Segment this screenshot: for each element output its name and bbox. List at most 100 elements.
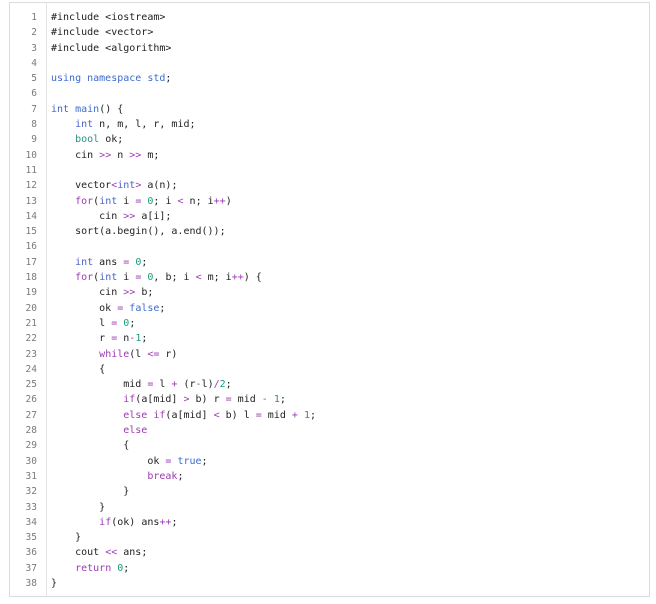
code-line[interactable]: 3 #include <algorithm>: [10, 41, 649, 56]
code-line[interactable]: 2 #include <vector>: [10, 25, 649, 40]
code-line[interactable]: 17 int ans = 0;: [10, 255, 649, 270]
code-text: while(l <= r): [51, 347, 177, 362]
code-token: for: [75, 195, 94, 207]
code-text: using namespace std;: [51, 71, 171, 86]
code-text: mid = l + (r-l)/2;: [51, 377, 231, 392]
code-text: if(a[mid] > b) r = mid - 1;: [51, 392, 286, 407]
code-token: (a[mid]: [165, 409, 214, 421]
code-text: #include <iostream>: [51, 10, 165, 25]
code-token: (ok) ans: [111, 516, 160, 528]
code-token: <=: [147, 348, 160, 360]
code-line[interactable]: 18 for(int i = 0, b; i < m; i++) {: [10, 270, 649, 285]
line-number: 25: [25, 379, 37, 391]
code-line[interactable]: 12 vector<int> a(n);: [10, 178, 649, 193]
code-text: int n, m, l, r, mid;: [51, 117, 195, 132]
code-line[interactable]: 16: [10, 239, 649, 254]
code-line[interactable]: 30 ok = true;: [10, 454, 649, 469]
code-line[interactable]: 37 return 0;: [10, 561, 649, 576]
code-line[interactable]: 21 l = 0;: [10, 316, 649, 331]
code-token: int: [75, 119, 94, 131]
code-line[interactable]: 8 int n, m, l, r, mid;: [10, 117, 649, 132]
code-line[interactable]: 9 bool ok;: [10, 132, 649, 147]
code-token: }: [51, 501, 106, 513]
code-line[interactable]: 1 #include <iostream>: [10, 10, 649, 25]
code-line[interactable]: 36 cout << ans;: [10, 545, 649, 560]
code-line[interactable]: 29 {: [10, 438, 649, 453]
code-text: {: [51, 362, 105, 377]
line-number: 12: [25, 180, 37, 192]
code-token: else: [123, 409, 148, 421]
code-line[interactable]: 25 mid = l + (r-l)/2;: [10, 377, 649, 392]
code-token: #include <iostream>: [51, 12, 166, 23]
code-line[interactable]: 4: [10, 56, 649, 71]
code-token: l: [153, 379, 172, 391]
code-token: mid: [261, 409, 292, 421]
code-token: n: [111, 149, 130, 161]
code-token: ): [225, 195, 232, 207]
code-text: l = 0;: [51, 316, 135, 331]
code-line[interactable]: 19 cin >> b;: [10, 285, 649, 300]
line-number: 4: [31, 57, 37, 69]
code-token: ;: [201, 455, 208, 467]
code-token: cin: [51, 210, 124, 222]
code-line[interactable]: 35 }: [10, 530, 649, 545]
code-area[interactable]: 1 #include <iostream> 2 #include <vector> 3 #…: [10, 10, 649, 591]
code-token: true: [177, 455, 202, 467]
code-text: for(int i = 0, b; i < m; i++) {: [51, 270, 262, 285]
code-token: else: [123, 425, 148, 437]
code-line[interactable]: 33 }: [10, 500, 649, 515]
code-line[interactable]: 31 break;: [10, 469, 649, 484]
code-line[interactable]: 5 using namespace std;: [10, 71, 649, 86]
code-token: ;: [309, 409, 317, 421]
code-line[interactable]: 20 ok = false;: [10, 301, 649, 316]
line-number: 9: [31, 134, 37, 146]
code-line[interactable]: 10 cin >> n >> m;: [10, 148, 649, 163]
code-token: i: [117, 195, 136, 207]
code-token: cin: [51, 149, 100, 161]
code-token: b;: [135, 287, 154, 299]
code-line[interactable]: 26 if(a[mid] > b) r = mid - 1;: [10, 392, 649, 407]
code-token: ) {: [243, 272, 262, 284]
line-number: 13: [25, 195, 37, 207]
code-token: for: [75, 272, 94, 284]
code-line[interactable]: 11: [10, 163, 649, 178]
code-text: #include <vector>: [51, 25, 153, 40]
code-text: if(ok) ans++;: [51, 515, 177, 530]
code-line[interactable]: 24 {: [10, 362, 649, 377]
code-token: (a[mid]: [135, 394, 184, 406]
code-line[interactable]: 6: [10, 86, 649, 101]
code-token: m; i: [201, 272, 232, 284]
code-text: cin >> n >> m;: [51, 148, 159, 163]
code-line[interactable]: 15 sort(a.begin(), a.end());: [10, 224, 649, 239]
line-number: 18: [25, 272, 37, 284]
code-line[interactable]: 38}: [10, 576, 649, 591]
code-line[interactable]: 7 int main() {: [10, 102, 649, 117]
code-line[interactable]: 23 while(l <= r): [10, 347, 649, 362]
line-number: 32: [25, 486, 37, 498]
code-token: {: [51, 363, 106, 375]
code-line[interactable]: 32 }: [10, 484, 649, 499]
code-token: ;: [177, 470, 184, 482]
code-token: i: [117, 272, 136, 284]
code-line[interactable]: 27 else if(a[mid] < b) l = mid + 1;: [10, 408, 649, 423]
code-line[interactable]: 28 else: [10, 423, 649, 438]
line-number: 20: [25, 302, 37, 314]
code-token: }: [51, 577, 58, 589]
code-token: {: [51, 440, 130, 452]
code-line[interactable]: 13 for(int i = 0; i < n; i++): [10, 194, 649, 209]
code-token: ok: [51, 302, 118, 314]
code-line[interactable]: 22 r = n-1;: [10, 331, 649, 346]
line-number: 3: [31, 42, 37, 54]
code-token: ++: [231, 272, 244, 284]
code-editor[interactable]: 1 #include <iostream> 2 #include <vector> 3 #…: [9, 2, 650, 597]
code-line[interactable]: 34 if(ok) ans++;: [10, 515, 649, 530]
code-line[interactable]: 14 cin >> a[i];: [10, 209, 649, 224]
code-token: () {: [99, 103, 124, 115]
code-token: ;: [279, 394, 286, 406]
code-text: ok = true;: [51, 454, 208, 469]
